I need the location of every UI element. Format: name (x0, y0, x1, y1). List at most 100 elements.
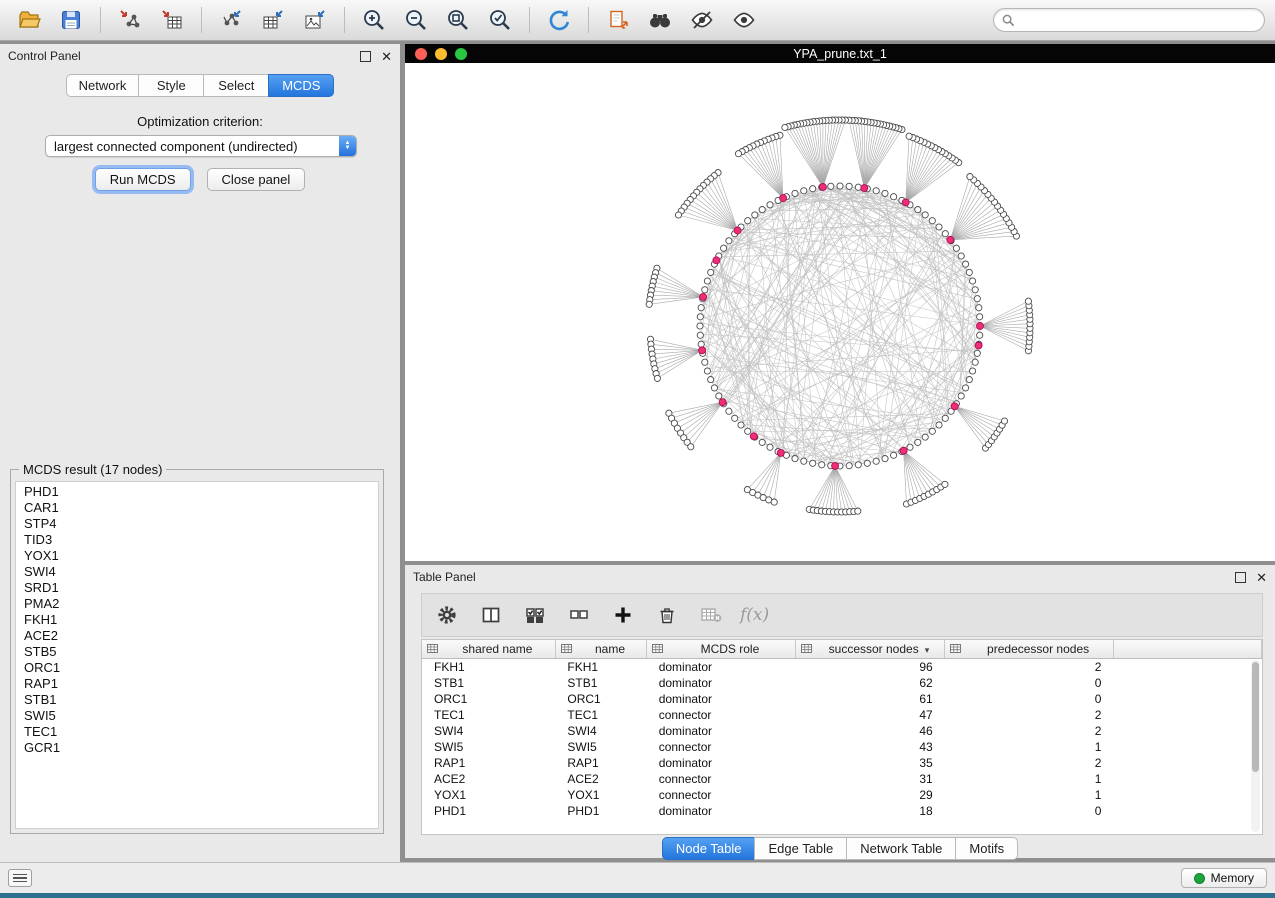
cell-MCDS-role[interactable]: connector (647, 739, 796, 755)
close-panel-button[interactable]: Close panel (207, 168, 306, 191)
table-row[interactable]: PHD1PHD1dominator180 (422, 803, 1262, 819)
tab-node-table[interactable]: Node Table (662, 837, 756, 860)
cell-successor-nodes[interactable]: 35 (795, 755, 945, 771)
column-header-successor-nodes[interactable]: successor nodes▾ (795, 640, 945, 659)
tab-motifs[interactable]: Motifs (955, 837, 1018, 860)
column-header-MCDS-role[interactable]: MCDS role (647, 640, 796, 659)
cell-name[interactable]: YOX1 (555, 787, 646, 803)
table-row[interactable]: SWI4SWI4dominator462 (422, 723, 1262, 739)
cell-predecessor-nodes[interactable]: 1 (945, 739, 1114, 755)
table-settings-icon[interactable] (432, 600, 462, 630)
cell-predecessor-nodes[interactable]: 0 (945, 675, 1114, 691)
global-search[interactable] (993, 8, 1265, 32)
table-vertical-scrollbar[interactable] (1251, 660, 1260, 832)
cell-MCDS-role[interactable]: dominator (647, 723, 796, 739)
cell-predecessor-nodes[interactable]: 0 (945, 691, 1114, 707)
save-session-icon[interactable] (52, 4, 90, 36)
cell-predecessor-nodes[interactable]: 1 (945, 771, 1114, 787)
search-input[interactable] (1021, 12, 1256, 28)
minimize-window-icon[interactable] (435, 48, 447, 60)
export-table-icon[interactable] (254, 4, 292, 36)
cell-name[interactable]: RAP1 (555, 755, 646, 771)
cell-MCDS-role[interactable]: dominator (647, 691, 796, 707)
mcds-result-item[interactable]: SWI4 (16, 564, 378, 580)
mcds-result-item[interactable]: CAR1 (16, 500, 378, 516)
zoom-fit-icon[interactable] (439, 4, 477, 36)
column-header-shared-name[interactable]: shared name (422, 640, 555, 659)
table-row[interactable]: STB1STB1dominator620 (422, 675, 1262, 691)
table-row[interactable]: RAP1RAP1dominator352 (422, 755, 1262, 771)
cell-shared-name[interactable]: PHD1 (422, 803, 555, 819)
tab-network[interactable]: Network (66, 74, 140, 97)
cell-shared-name[interactable]: ACE2 (422, 771, 555, 787)
refresh-layout-icon[interactable] (540, 4, 578, 36)
mcds-result-item[interactable]: YOX1 (16, 548, 378, 564)
network-window-titlebar[interactable]: YPA_prune.txt_1 (405, 44, 1275, 63)
mcds-result-item[interactable]: FKH1 (16, 612, 378, 628)
import-network-icon[interactable] (111, 4, 149, 36)
mcds-result-item[interactable]: TEC1 (16, 724, 378, 740)
cell-name[interactable]: FKH1 (555, 659, 646, 676)
tab-edge-table[interactable]: Edge Table (754, 837, 847, 860)
cell-predecessor-nodes[interactable]: 1 (945, 787, 1114, 803)
cell-predecessor-nodes[interactable]: 2 (945, 723, 1114, 739)
float-panel-icon[interactable] (360, 51, 371, 62)
cell-successor-nodes[interactable]: 43 (795, 739, 945, 755)
cell-name[interactable]: SWI5 (555, 739, 646, 755)
scrollbar-thumb[interactable] (1252, 662, 1259, 772)
cell-MCDS-role[interactable]: dominator (647, 675, 796, 691)
tab-select[interactable]: Select (203, 74, 269, 97)
cell-MCDS-role[interactable]: dominator (647, 659, 796, 676)
node-table[interactable]: shared namenameMCDS rolesuccessor nodes▾… (421, 639, 1263, 835)
mcds-result-item[interactable]: SWI5 (16, 708, 378, 724)
select-all-icon[interactable] (520, 600, 550, 630)
cell-name[interactable]: PHD1 (555, 803, 646, 819)
cell-MCDS-role[interactable]: connector (647, 771, 796, 787)
mcds-result-item[interactable]: ORC1 (16, 660, 378, 676)
show-columns-icon[interactable] (476, 600, 506, 630)
open-session-icon[interactable] (10, 4, 48, 36)
cell-predecessor-nodes[interactable]: 0 (945, 803, 1114, 819)
cell-successor-nodes[interactable]: 62 (795, 675, 945, 691)
cell-successor-nodes[interactable]: 96 (795, 659, 945, 676)
deselect-all-icon[interactable] (564, 600, 594, 630)
table-row[interactable]: TEC1TEC1connector472 (422, 707, 1262, 723)
column-header-name[interactable]: name (555, 640, 646, 659)
show-details-icon[interactable] (725, 4, 763, 36)
cell-successor-nodes[interactable]: 47 (795, 707, 945, 723)
export-network-icon[interactable] (212, 4, 250, 36)
memory-button[interactable]: Memory (1181, 868, 1267, 888)
import-table-icon[interactable] (153, 4, 191, 36)
cell-shared-name[interactable]: STB1 (422, 675, 555, 691)
zoom-in-icon[interactable] (355, 4, 393, 36)
table-row[interactable]: FKH1FKH1dominator962 (422, 659, 1262, 676)
mcds-result-item[interactable]: TID3 (16, 532, 378, 548)
mcds-result-item[interactable]: RAP1 (16, 676, 378, 692)
mcds-result-item[interactable]: GCR1 (16, 740, 378, 756)
cell-shared-name[interactable]: SWI4 (422, 723, 555, 739)
cell-MCDS-role[interactable]: dominator (647, 803, 796, 819)
criterion-dropdown[interactable]: largest connected component (undirected)… (45, 135, 357, 157)
zoom-out-icon[interactable] (397, 4, 435, 36)
mcds-result-item[interactable]: ACE2 (16, 628, 378, 644)
tab-style[interactable]: Style (138, 74, 204, 97)
close-window-icon[interactable] (415, 48, 427, 60)
cell-successor-nodes[interactable]: 46 (795, 723, 945, 739)
tab-mcds[interactable]: MCDS (268, 74, 334, 97)
run-mcds-button[interactable]: Run MCDS (95, 168, 191, 191)
table-row[interactable]: YOX1YOX1connector291 (422, 787, 1262, 803)
close-panel-icon[interactable]: ✕ (381, 52, 392, 61)
cell-successor-nodes[interactable]: 18 (795, 803, 945, 819)
cell-successor-nodes[interactable]: 29 (795, 787, 945, 803)
cell-predecessor-nodes[interactable]: 2 (945, 707, 1114, 723)
create-column-icon[interactable] (608, 600, 638, 630)
cell-shared-name[interactable]: SWI5 (422, 739, 555, 755)
mcds-result-item[interactable]: STB1 (16, 692, 378, 708)
table-row[interactable]: SWI5SWI5connector431 (422, 739, 1262, 755)
close-table-panel-icon[interactable]: ✕ (1256, 573, 1267, 582)
cell-shared-name[interactable]: YOX1 (422, 787, 555, 803)
mcds-result-item[interactable]: PMA2 (16, 596, 378, 612)
cell-successor-nodes[interactable]: 61 (795, 691, 945, 707)
mcds-result-item[interactable]: SRD1 (16, 580, 378, 596)
float-table-panel-icon[interactable] (1235, 572, 1246, 583)
